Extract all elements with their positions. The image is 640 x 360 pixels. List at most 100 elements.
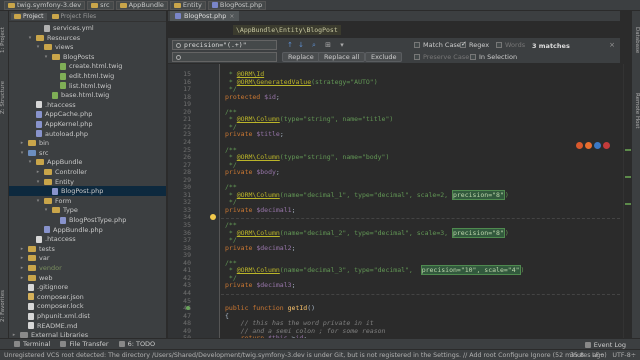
tree-item[interactable]: BlogPostType.php: [51, 215, 126, 225]
structure-tool-tab[interactable]: Z: Structure: [0, 73, 9, 123]
find-input[interactable]: precision="(.+)": [172, 40, 277, 50]
replace-button[interactable]: Replace: [282, 52, 320, 62]
tree-item[interactable]: .htaccess: [27, 234, 76, 244]
tab-project-files[interactable]: Project Files: [49, 13, 100, 20]
php-file-icon: [60, 216, 66, 224]
breadcrumb-item[interactable]: twig.symfony-3.dev: [4, 0, 86, 10]
database-tool-tab[interactable]: Database: [631, 15, 640, 65]
opera-icon[interactable]: [603, 142, 610, 149]
terminal-tool-button[interactable]: Terminal: [14, 340, 50, 348]
tree-item[interactable]: README.md: [19, 321, 77, 331]
folder-icon: [28, 265, 36, 271]
tree-item[interactable]: base.html.twig: [43, 90, 109, 100]
chevron-down-icon[interactable]: ▾: [35, 179, 41, 185]
match-case-checkbox[interactable]: Match Case: [414, 41, 461, 49]
chevron-right-icon[interactable]: ▸: [19, 265, 25, 271]
tree-item[interactable]: phpunit.xml.dist: [19, 311, 90, 321]
filter-icon[interactable]: ▾: [338, 41, 346, 49]
chevron-right-icon[interactable]: ▸: [35, 169, 41, 175]
caret-position[interactable]: 35:8: [570, 352, 584, 359]
twig-file-icon: [60, 82, 66, 90]
chevron-right-icon[interactable]: ▸: [19, 246, 25, 252]
words-checkbox[interactable]: Words: [496, 41, 525, 49]
tree-item[interactable]: ▾ views: [35, 42, 74, 52]
tree-item[interactable]: ▸ bin: [19, 138, 49, 148]
in-selection-checkbox[interactable]: In Selection: [470, 53, 517, 61]
tree-item[interactable]: ▸ tests: [19, 244, 55, 254]
breadcrumb-item[interactable]: Entity: [169, 0, 206, 10]
chevron-down-icon[interactable]: ▾: [43, 207, 49, 213]
close-tab-icon[interactable]: ×: [229, 13, 234, 20]
tree-item[interactable]: composer.json: [19, 292, 84, 302]
chevron-right-icon[interactable]: ▸: [19, 275, 25, 281]
chevron-down-icon[interactable]: ▾: [27, 35, 33, 41]
tree-item[interactable]: ▸ var: [19, 253, 50, 263]
tree-item[interactable]: .gitignore: [19, 282, 68, 292]
tree-item[interactable]: ▾ Form: [35, 196, 72, 206]
todo-tool-button[interactable]: 6: TODO: [118, 340, 155, 348]
chevron-down-icon[interactable]: ▾: [35, 198, 41, 204]
tree-item[interactable]: AppCache.php: [27, 109, 92, 119]
tree-item[interactable]: edit.html.twig: [51, 71, 114, 81]
breadcrumb-item[interactable]: BlogPost.php: [207, 0, 267, 10]
tree-item[interactable]: BlogPost.php: [9, 186, 166, 197]
breadcrumb-item[interactable]: AppBundle: [115, 0, 168, 10]
tree-item[interactable]: AppKernel.php: [27, 119, 93, 129]
replace-input[interactable]: [172, 52, 277, 62]
file-encoding[interactable]: UTF-8÷: [612, 352, 636, 359]
remote-host-tool-tab[interactable]: Remote Host: [631, 81, 640, 141]
namespace-label: \AppBundle\Entity\BlogPost: [233, 25, 341, 35]
project-tool-tab[interactable]: 1: Project: [0, 15, 9, 65]
tree-item[interactable]: ▾ Entity: [35, 177, 74, 187]
tab-project[interactable]: Project: [11, 12, 47, 20]
chevron-right-icon[interactable]: ▸: [19, 255, 25, 261]
event-log-button[interactable]: Event Log: [584, 341, 626, 349]
line-separator[interactable]: LF÷: [592, 352, 604, 359]
preserve-case-box: [414, 54, 420, 60]
close-search-icon[interactable]: ×: [608, 41, 616, 49]
editor-tabs: BlogPost.php ×: [168, 11, 620, 22]
tree-item[interactable]: ▸ vendor: [19, 263, 62, 273]
lightbulb-icon[interactable]: [210, 214, 216, 221]
exclude-button[interactable]: Exclude: [365, 52, 403, 62]
preserve-case-checkbox[interactable]: Preserve Case: [414, 53, 469, 61]
chevron-down-icon[interactable]: ▾: [43, 54, 49, 60]
tree-item[interactable]: ▾ Type: [43, 205, 78, 215]
text-file-icon: [28, 302, 34, 310]
favorites-tool-tab[interactable]: 2: Favorites: [0, 281, 9, 331]
tree-item[interactable]: ▾ AppBundle: [27, 157, 83, 167]
tree-item[interactable]: ▸ web: [19, 273, 53, 283]
arrow-up-icon[interactable]: ↑: [286, 41, 294, 49]
regex-checkbox[interactable]: Regex: [460, 40, 489, 49]
editor-tab-blogpost[interactable]: BlogPost.php ×: [170, 11, 240, 21]
left-tool-stripe: 1: Project Z: Structure 2: Favorites: [0, 11, 9, 349]
php-file-icon: [36, 130, 42, 138]
tree-item[interactable]: AppBundle.php: [35, 225, 103, 235]
file-transfer-tool-button[interactable]: File Transfer: [60, 340, 109, 348]
tree-item[interactable]: list.html.twig: [51, 81, 111, 91]
replace-all-button[interactable]: Replace all: [318, 52, 366, 62]
tree-item[interactable]: autoload.php: [27, 129, 88, 139]
select-all-occurrences-icon[interactable]: ⊞: [324, 41, 332, 49]
tree-item[interactable]: composer.lock: [19, 301, 84, 311]
tree-item[interactable]: ▾ Resources: [27, 33, 80, 43]
chrome-icon[interactable]: [576, 142, 583, 149]
status-message[interactable]: Unregistered VCS root detected: The dire…: [4, 352, 607, 359]
chevron-down-icon[interactable]: ▾: [35, 44, 41, 50]
tree-item[interactable]: ▾ src: [19, 148, 49, 158]
tree-item[interactable]: ▸ Controller: [35, 167, 87, 177]
arrow-down-icon[interactable]: ↓: [297, 41, 305, 49]
chevron-down-icon[interactable]: ▾: [27, 159, 33, 165]
tree-item[interactable]: .htaccess: [27, 100, 76, 110]
breadcrumb-item[interactable]: src: [87, 0, 114, 10]
chevron-right-icon[interactable]: ▸: [19, 140, 25, 146]
code-editor[interactable]: * @ORM\Id * @ORM\GeneratedValue(strategy…: [221, 64, 620, 349]
tree-item[interactable]: create.html.twig: [51, 61, 122, 71]
error-stripe[interactable]: [623, 64, 631, 349]
chevron-down-icon[interactable]: ▾: [19, 150, 25, 156]
firefox-icon[interactable]: [585, 142, 592, 149]
safari-icon[interactable]: [594, 142, 601, 149]
tree-item[interactable]: ▾ BlogPosts: [43, 52, 95, 62]
find-in-path-icon[interactable]: ⌕: [310, 41, 318, 49]
tree-item[interactable]: services.yml: [35, 23, 94, 33]
